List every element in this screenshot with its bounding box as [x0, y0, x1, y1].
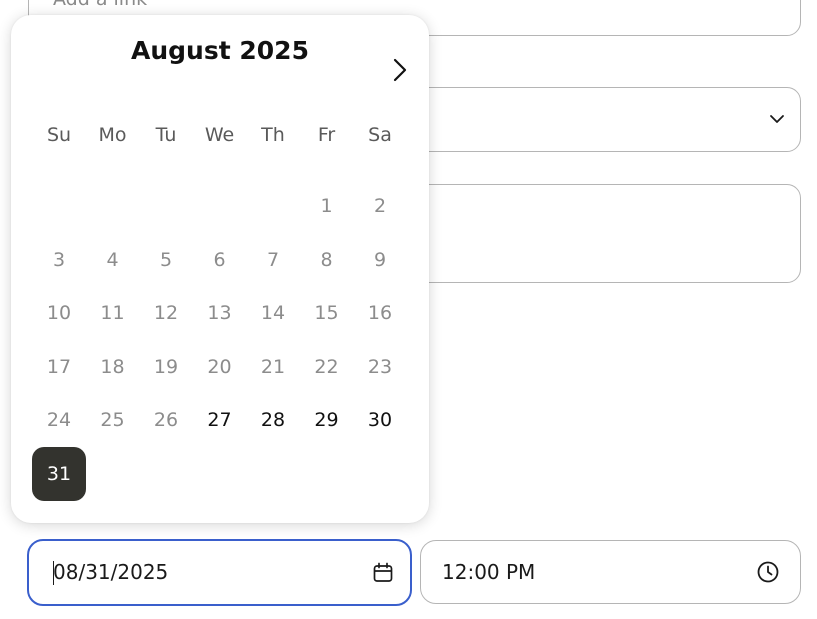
calendar-day: 16 [367, 302, 393, 324]
calendar-day: 21 [260, 356, 286, 378]
calendar-day: 15 [314, 302, 339, 324]
calendar-day: 2 [373, 195, 387, 217]
calendar-day: 1 [320, 195, 333, 217]
calendar-day: 25 [100, 409, 125, 431]
weekday-label: Sa [368, 124, 392, 146]
calendar-day: 24 [46, 409, 72, 431]
weekday-label: Fr [317, 124, 336, 146]
chevron-right-icon[interactable] [387, 55, 413, 85]
calendar-day: 23 [367, 356, 393, 378]
weekday-label: Su [46, 124, 72, 146]
date-picker-popup: August 2025 Su Mo Tu We Th Fr Sa 1 2 3 4 5 6 7 8 9 10 11… [11, 15, 429, 523]
link-input[interactable] [51, 0, 655, 11]
time-input[interactable]: 12:00 PM [420, 540, 801, 604]
calendar-day: 5 [159, 249, 173, 271]
calendar-day: 3 [52, 249, 66, 271]
time-value: 12:00 PM [442, 560, 536, 584]
calendar-day: 4 [106, 249, 119, 271]
calendar-day: 18 [100, 356, 125, 378]
month-title: August 2025 [131, 36, 309, 65]
chevron-down-icon [770, 115, 784, 123]
date-value: 08/31/2025 [53, 560, 169, 584]
calendar-day[interactable]: 30 [353, 393, 407, 447]
calendar-icon[interactable] [372, 562, 394, 584]
calendar-day: 22 [314, 356, 339, 378]
calendar-day: 14 [260, 302, 286, 324]
weekday-label: Th [261, 124, 285, 146]
text-caret [53, 561, 54, 585]
calendar-day: 26 [153, 409, 179, 431]
calendar-day: 11 [100, 302, 125, 324]
weekday-label: Mo [98, 124, 127, 146]
calendar-day[interactable]: 29 [300, 393, 354, 447]
calendar-day: 17 [46, 356, 72, 378]
calendar-day[interactable]: 28 [246, 393, 300, 447]
calendar-day: 6 [213, 249, 226, 271]
selected-day[interactable]: 31 [32, 447, 86, 501]
weekday-label: We [204, 124, 235, 146]
calendar-day: 20 [207, 356, 232, 378]
calendar-day: 7 [266, 249, 280, 271]
calendar-day: 19 [153, 356, 179, 378]
clock-icon[interactable] [756, 560, 780, 584]
calendar-day: 8 [320, 249, 333, 271]
date-input[interactable]: 08/31/2025 [27, 539, 412, 606]
weekday-label: Tu [155, 124, 177, 146]
calendar-day[interactable]: 27 [193, 393, 247, 447]
calendar-day: 10 [46, 302, 72, 324]
calendar-day: 9 [373, 249, 387, 271]
calendar-day: 12 [153, 302, 179, 324]
calendar-day: 13 [207, 302, 232, 324]
